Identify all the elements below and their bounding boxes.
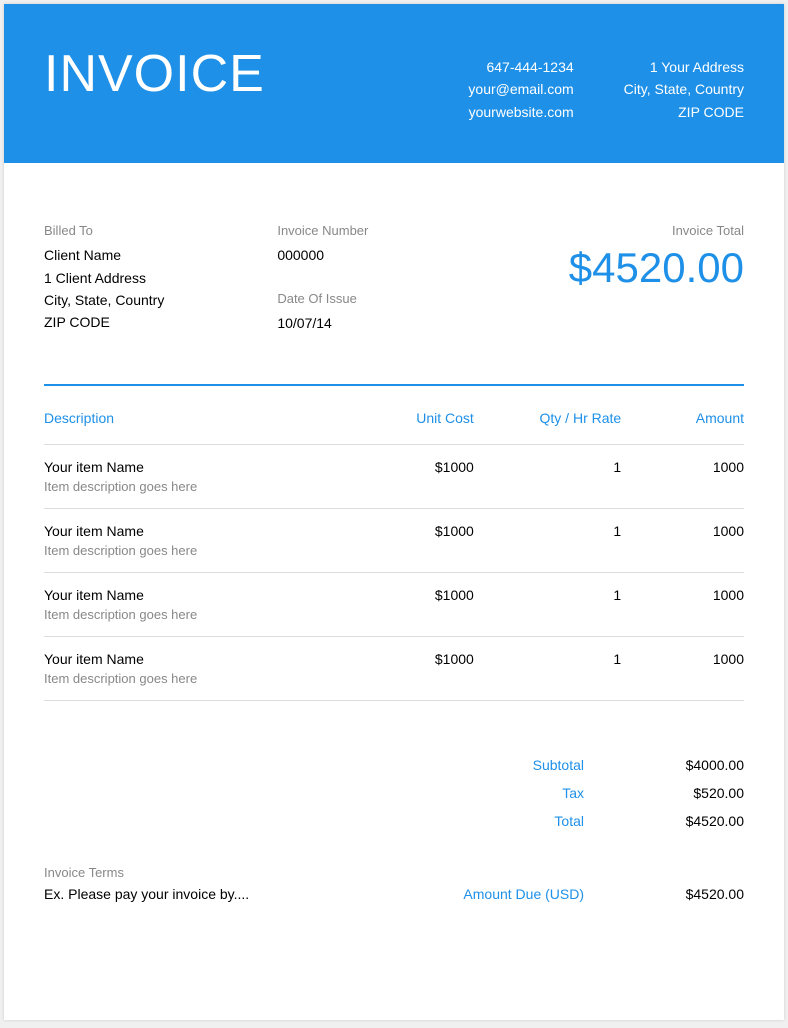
invoice-header: INVOICE 647-444-1234 your@email.com your… (4, 4, 784, 163)
item-desc-col: Your item Name Item description goes here (44, 459, 351, 494)
item-unit: $1000 (351, 523, 474, 539)
subtotal-value: $4000.00 (584, 757, 744, 773)
table-header: Description Unit Cost Qty / Hr Rate Amou… (44, 410, 744, 444)
item-qty: 1 (474, 459, 621, 475)
invoice-page: INVOICE 647-444-1234 your@email.com your… (4, 4, 784, 1020)
address-line3: ZIP CODE (624, 101, 744, 123)
item-amount: 1000 (621, 587, 744, 603)
item-description: Item description goes here (44, 543, 351, 558)
divider (44, 384, 744, 386)
tax-label: Tax (404, 785, 584, 801)
totals-block: Subtotal $4000.00 Tax $520.00 Total $452… (44, 751, 744, 835)
terms-left: Invoice Terms Ex. Please pay your invoic… (44, 865, 404, 902)
subtotal-label: Subtotal (404, 757, 584, 773)
address-line2: City, State, Country (624, 78, 744, 100)
invoice-title: INVOICE (44, 44, 265, 104)
contact-column: 647-444-1234 your@email.com yourwebsite.… (468, 56, 573, 123)
invoice-total-block: Invoice Total $4520.00 (511, 223, 744, 334)
invoice-meta-block: Invoice Number 000000 Date Of Issue 10/0… (277, 223, 510, 334)
items-list: Your item Name Item description goes here… (44, 444, 744, 701)
client-name: Client Name (44, 244, 277, 266)
item-desc-col: Your item Name Item description goes here (44, 587, 351, 622)
client-zip: ZIP CODE (44, 311, 277, 333)
item-name: Your item Name (44, 459, 351, 475)
item-name: Your item Name (44, 587, 351, 603)
tax-value: $520.00 (584, 785, 744, 801)
item-desc-col: Your item Name Item description goes here (44, 651, 351, 686)
client-address2: City, State, Country (44, 289, 277, 311)
info-row: Billed To Client Name 1 Client Address C… (44, 223, 744, 334)
col-qty: Qty / Hr Rate (474, 410, 621, 426)
email: your@email.com (468, 78, 573, 100)
item-amount: 1000 (621, 651, 744, 667)
invoice-number-label: Invoice Number (277, 223, 510, 238)
header-info: 647-444-1234 your@email.com yourwebsite.… (468, 44, 744, 123)
address-column: 1 Your Address City, State, Country ZIP … (624, 56, 744, 123)
item-description: Item description goes here (44, 479, 351, 494)
item-row: Your item Name Item description goes here… (44, 636, 744, 701)
tax-row: Tax $520.00 (44, 779, 744, 807)
invoice-total-label: Invoice Total (511, 223, 744, 238)
item-amount: 1000 (621, 523, 744, 539)
item-row: Your item Name Item description goes here… (44, 444, 744, 508)
item-desc-col: Your item Name Item description goes here (44, 523, 351, 558)
website: yourwebsite.com (468, 101, 573, 123)
item-name: Your item Name (44, 651, 351, 667)
item-unit: $1000 (351, 587, 474, 603)
date-label: Date Of Issue (277, 291, 510, 306)
col-amount: Amount (621, 410, 744, 426)
item-row: Your item Name Item description goes here… (44, 572, 744, 636)
date-block: Date Of Issue 10/07/14 (277, 291, 510, 334)
item-qty: 1 (474, 587, 621, 603)
item-unit: $1000 (351, 459, 474, 475)
col-description: Description (44, 410, 351, 426)
invoice-total-value: $4520.00 (511, 244, 744, 292)
item-row: Your item Name Item description goes here… (44, 508, 744, 572)
invoice-number-value: 000000 (277, 244, 510, 266)
item-description: Item description goes here (44, 607, 351, 622)
billed-to-label: Billed To (44, 223, 277, 238)
item-qty: 1 (474, 651, 621, 667)
invoice-content: Billed To Client Name 1 Client Address C… (4, 163, 784, 942)
item-qty: 1 (474, 523, 621, 539)
item-description: Item description goes here (44, 671, 351, 686)
client-address1: 1 Client Address (44, 267, 277, 289)
item-name: Your item Name (44, 523, 351, 539)
date-value: 10/07/14 (277, 312, 510, 334)
subtotal-row: Subtotal $4000.00 (44, 751, 744, 779)
total-value: $4520.00 (584, 813, 744, 829)
amount-due-value: $4520.00 (584, 886, 744, 902)
phone: 647-444-1234 (468, 56, 573, 78)
terms-text: Ex. Please pay your invoice by.... (44, 886, 404, 902)
total-row: Total $4520.00 (44, 807, 744, 835)
amount-due-label: Amount Due (USD) (404, 886, 584, 902)
address-line1: 1 Your Address (624, 56, 744, 78)
terms-section: Invoice Terms Ex. Please pay your invoic… (44, 865, 744, 902)
item-unit: $1000 (351, 651, 474, 667)
col-unit-cost: Unit Cost (351, 410, 474, 426)
terms-label: Invoice Terms (44, 865, 404, 880)
item-amount: 1000 (621, 459, 744, 475)
billed-to-block: Billed To Client Name 1 Client Address C… (44, 223, 277, 334)
amount-due-row: Amount Due (USD) $4520.00 (404, 886, 744, 902)
total-label: Total (404, 813, 584, 829)
